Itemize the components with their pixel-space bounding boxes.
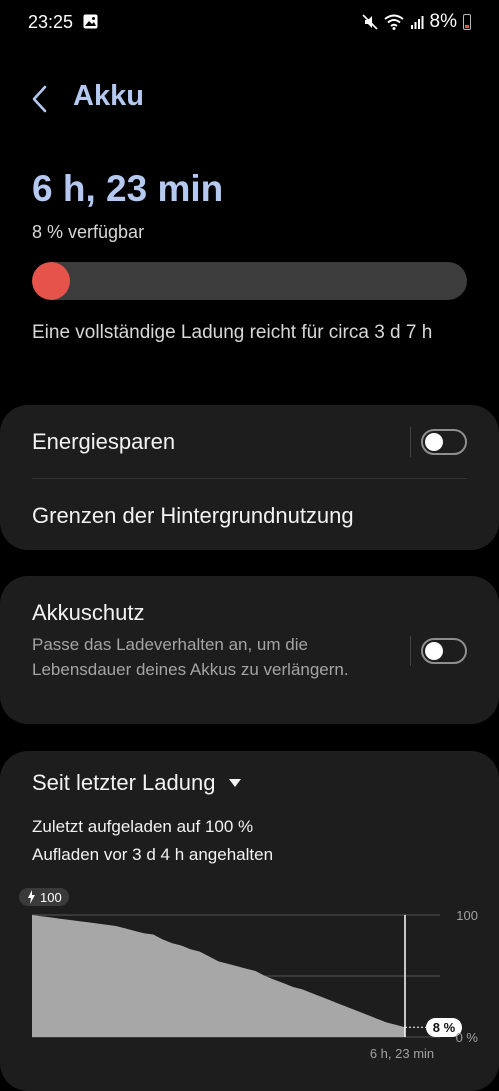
battery-usage-chart: 100 8 % 100 0 % 6 h, 23 min: [19, 888, 479, 1061]
chevron-left-icon[interactable]: [30, 84, 50, 114]
y-tick-100: 100: [456, 908, 478, 923]
signal-icon: [410, 16, 424, 29]
status-battery-percent: 8%: [429, 11, 457, 32]
battery-icon: [463, 14, 471, 30]
charging-stopped-info: Aufladen vor 3 d 4 h angehalten: [32, 845, 274, 864]
remaining-time: 6 h, 23 min: [32, 168, 224, 209]
battery-level-fill: [32, 262, 70, 300]
start-level-label: 100: [40, 890, 62, 905]
toggle-knob: [425, 642, 443, 660]
divider: [32, 478, 467, 479]
period-dropdown[interactable]: Seit letzter Ladung: [32, 770, 242, 796]
start-level-badge: 100: [19, 888, 69, 906]
divider: [410, 636, 411, 666]
divider: [410, 427, 411, 457]
status-time: 23:25: [28, 12, 74, 32]
x-axis-end-label: 6 h, 23 min: [370, 1046, 434, 1061]
last-charged-info: Zuletzt aufgeladen auf 100 %: [32, 817, 254, 836]
power-settings-card: Energiesparen Grenzen der Hintergrundnut…: [0, 405, 499, 550]
full-charge-estimate: Eine vollständige Ladung reicht für circ…: [32, 322, 433, 343]
page-title: Akku: [73, 80, 144, 112]
status-bar: 23:25 8%: [0, 0, 499, 46]
end-level-label: 8 %: [433, 1020, 456, 1035]
battery-protection-label: Akkuschutz: [32, 600, 145, 625]
battery-protection-toggle[interactable]: [421, 638, 467, 664]
battery-protection-description: Passe das Ladeverhalten an, um die Leben…: [32, 635, 349, 679]
energy-saving-toggle[interactable]: [421, 429, 467, 455]
energy-saving-label[interactable]: Energiesparen: [32, 429, 175, 455]
wifi-icon: [383, 14, 404, 30]
y-tick-0: 0 %: [456, 1030, 479, 1045]
dropdown-arrow-icon: [229, 779, 242, 787]
toggle-knob: [425, 433, 443, 451]
battery-available: 8 % verfügbar: [32, 222, 145, 242]
period-label: Seit letzter Ladung: [32, 770, 216, 795]
mute-icon: [361, 14, 378, 30]
background-limits-item[interactable]: Grenzen der Hintergrundnutzung: [32, 503, 354, 529]
battery-level-bar: [32, 262, 467, 300]
gallery-notification-icon: [83, 14, 98, 29]
